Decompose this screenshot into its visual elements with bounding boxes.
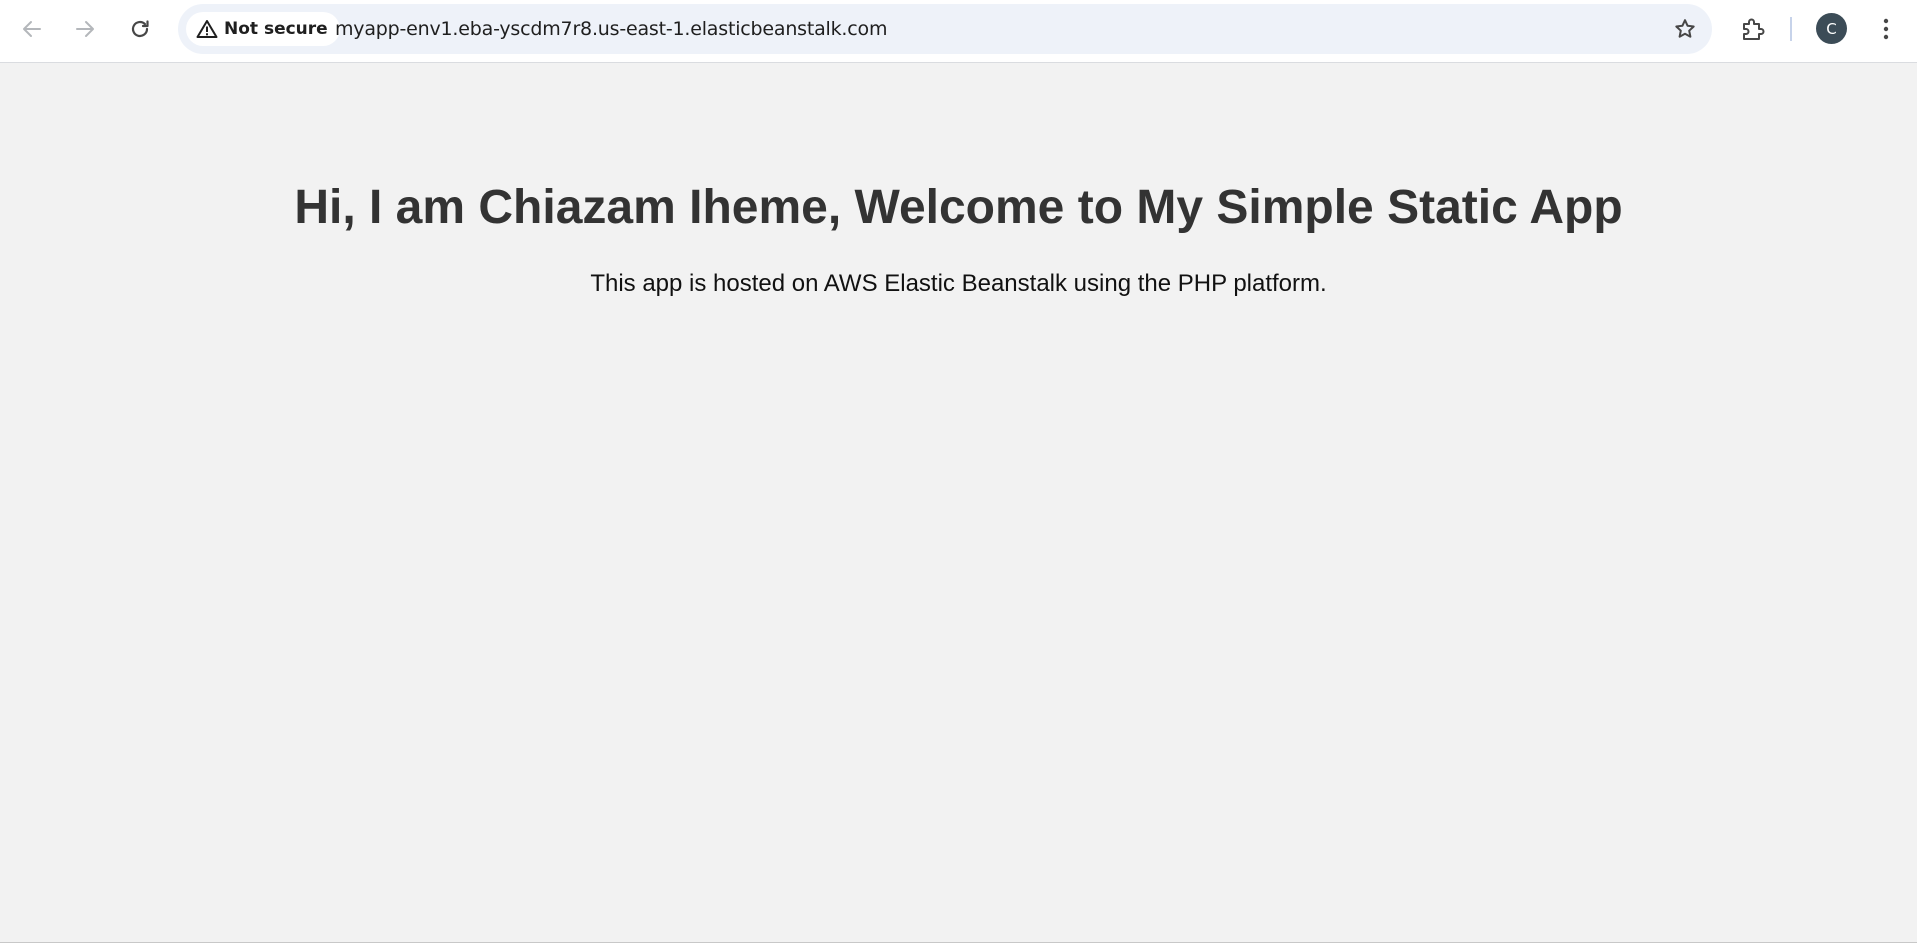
extensions-button[interactable] — [1735, 11, 1771, 47]
arrow-left-icon — [23, 21, 41, 37]
forward-button[interactable] — [67, 11, 103, 47]
page-content: Hi, I am Chiazam Iheme, Welcome to My Si… — [0, 63, 1917, 942]
page-title: Hi, I am Chiazam Iheme, Welcome to My Si… — [294, 181, 1623, 234]
bookmark-button[interactable] — [1668, 12, 1702, 46]
toolbar-divider — [1790, 17, 1792, 41]
reload-button[interactable] — [122, 11, 158, 47]
security-label: Not secure — [224, 19, 328, 39]
reload-icon — [131, 20, 149, 38]
puzzle-icon — [1743, 18, 1765, 40]
browser-toolbar: Not secure myapp-env1.eba-yscdm7r8.us-ea… — [0, 0, 1917, 63]
browser-menu-button[interactable] — [1868, 11, 1904, 47]
security-indicator-button[interactable]: Not secure — [186, 12, 340, 46]
kebab-menu-icon — [1883, 18, 1889, 40]
url-text[interactable]: myapp-env1.eba-yscdm7r8.us-east-1.elasti… — [335, 18, 887, 40]
back-button[interactable] — [14, 11, 50, 47]
star-icon — [1675, 19, 1695, 38]
warning-triangle-icon — [196, 20, 218, 38]
arrow-right-icon — [76, 21, 94, 37]
profile-avatar[interactable]: C — [1816, 13, 1847, 44]
page-subtitle: This app is hosted on AWS Elastic Beanst… — [590, 270, 1327, 297]
address-bar[interactable]: Not secure myapp-env1.eba-yscdm7r8.us-ea… — [178, 4, 1712, 54]
